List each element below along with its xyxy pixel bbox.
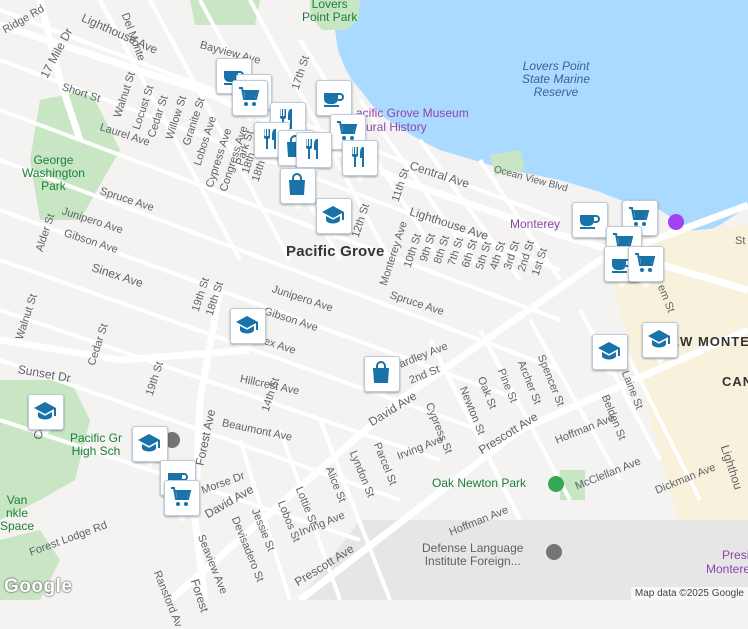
- shopping-cart-icon: [239, 87, 260, 106]
- map-marker[interactable]: [316, 198, 352, 242]
- park-poi-icon[interactable]: [548, 476, 564, 492]
- restaurant-icon: [306, 139, 318, 159]
- george-washington-park-label: George Washington Park: [22, 153, 85, 193]
- map-marker[interactable]: [628, 246, 664, 290]
- shopping-bag-icon: [373, 361, 389, 383]
- google-logo: Google: [4, 576, 73, 597]
- dli-label[interactable]: Defense Language Institute Foreign...: [422, 542, 523, 568]
- shopping-cart-icon: [171, 487, 192, 506]
- map-marker[interactable]: [28, 394, 64, 438]
- school-icon: [236, 316, 258, 334]
- school-poi-icon[interactable]: [546, 544, 562, 560]
- coffee-icon: [324, 93, 344, 107]
- lovers-point-park-label: Lovers Point Park: [302, 0, 358, 24]
- map-marker[interactable]: [642, 322, 678, 366]
- school-icon: [322, 206, 344, 224]
- map-base: [0, 0, 748, 600]
- map-marker[interactable]: [342, 140, 378, 184]
- museum-label[interactable]: acific Grove Museum atural History: [356, 106, 469, 134]
- lovers-point-reserve-label: Lovers Point State Marine Reserve: [522, 59, 591, 99]
- museum-poi-icon[interactable]: [668, 214, 684, 230]
- map-marker[interactable]: [164, 480, 200, 524]
- street-label: St: [735, 235, 746, 247]
- map-marker[interactable]: [230, 308, 266, 352]
- map-marker[interactable]: [592, 334, 628, 378]
- map-attribution[interactable]: Map data ©2025 Google: [630, 587, 748, 600]
- school-icon: [598, 342, 620, 360]
- shopping-bag-icon: [289, 173, 305, 195]
- map-marker[interactable]: [232, 80, 268, 124]
- map-canvas[interactable]: Lighthouse Ave Del Monte Ridge Rd 17 Mil…: [0, 0, 748, 629]
- school-icon: [34, 402, 56, 420]
- monterey-poi-label[interactable]: Monterey: [510, 218, 560, 230]
- van-winkle-space-label: Van nkle Space: [0, 493, 35, 533]
- presidio-label[interactable]: Presid Monterey: [706, 548, 748, 576]
- pacific-grove-city-label: Pacific Grove: [286, 243, 385, 260]
- cannery-city-label: CAN: [722, 374, 748, 389]
- pacific-grove-high-label: Pacific Gr High Sch: [70, 431, 123, 458]
- school-icon: [138, 434, 160, 452]
- map-marker[interactable]: [280, 168, 316, 212]
- map-marker[interactable]: [572, 202, 608, 246]
- map-marker[interactable]: [364, 356, 400, 400]
- shopping-cart-icon: [635, 253, 656, 272]
- coffee-icon: [580, 215, 600, 229]
- school-icon: [648, 330, 670, 348]
- oak-newton-park-label: Oak Newton Park: [432, 476, 527, 490]
- restaurant-icon: [352, 147, 364, 167]
